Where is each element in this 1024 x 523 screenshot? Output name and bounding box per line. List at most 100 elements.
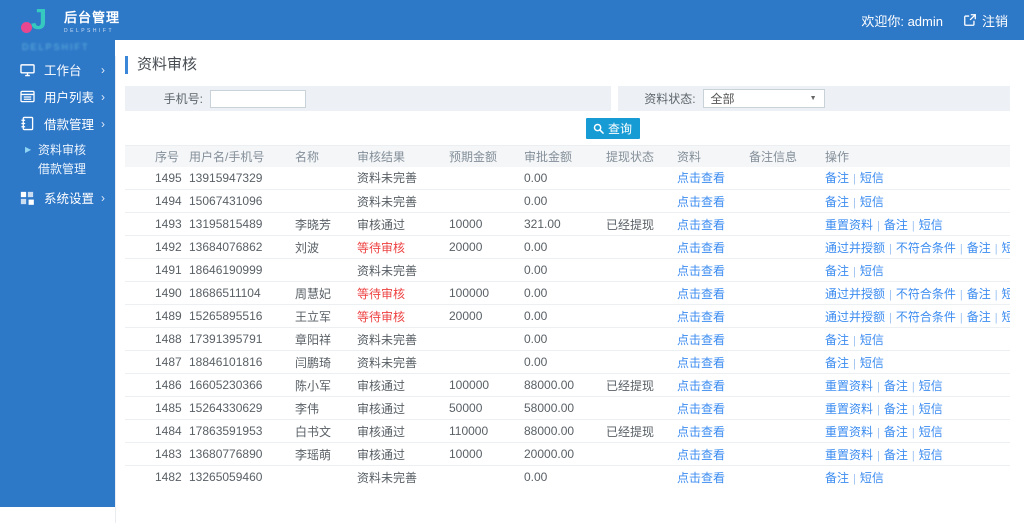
sidebar-item-system-settings[interactable]: 系统设置 ›: [0, 184, 115, 211]
cell-data: 点击查看: [673, 258, 745, 282]
cell-seq: 1493: [125, 212, 185, 236]
action-link-remark[interactable]: 备注: [825, 333, 849, 347]
action-link-remark[interactable]: 备注: [967, 241, 991, 255]
action-separator: |: [994, 311, 998, 324]
search-button[interactable]: 查询: [585, 117, 640, 139]
action-link-sms[interactable]: 短信: [860, 471, 884, 485]
action-link-approve-grant[interactable]: 通过并授额: [825, 241, 885, 255]
action-link-sms[interactable]: 短信: [1002, 287, 1010, 301]
action-link-remark[interactable]: 备注: [825, 471, 849, 485]
action-link-reset-data[interactable]: 重置资料: [825, 448, 873, 462]
cell-operation: 备注 | 短信: [821, 167, 1010, 190]
action-link-remark[interactable]: 备注: [967, 310, 991, 324]
action-link-remark[interactable]: 备注: [825, 264, 849, 278]
action-link-sms[interactable]: 短信: [919, 218, 943, 232]
view-data-link[interactable]: 点击查看: [677, 333, 725, 347]
action-link-reset-data[interactable]: 重置资料: [825, 379, 873, 393]
sidebar-item-workbench[interactable]: 工作台 ›: [0, 56, 115, 83]
action-separator: |: [853, 357, 856, 370]
action-link-sms[interactable]: 短信: [1002, 241, 1010, 255]
cell-seq: 1482: [125, 465, 185, 489]
table-row: 1482 13265059460 资料未完善 0.00 点击查看 备注 | 短信: [125, 465, 1010, 489]
action-link-sms[interactable]: 短信: [860, 356, 884, 370]
sidebar-item-user-list[interactable]: 用户列表 ›: [0, 83, 115, 110]
view-data-link[interactable]: 点击查看: [677, 287, 725, 301]
action-separator: |: [994, 288, 998, 301]
view-data-link[interactable]: 点击查看: [677, 218, 725, 232]
view-data-link[interactable]: 点击查看: [677, 241, 725, 255]
chevron-right-icon: ›: [101, 116, 105, 131]
action-link-remark[interactable]: 备注: [884, 425, 908, 439]
action-link-remark[interactable]: 备注: [825, 171, 849, 185]
cell-data: 点击查看: [673, 281, 745, 305]
view-data-link[interactable]: 点击查看: [677, 171, 725, 185]
cell-withdraw-status: [602, 304, 673, 328]
chevron-right-icon: ›: [101, 62, 105, 77]
action-link-remark[interactable]: 备注: [825, 195, 849, 209]
action-link-reset-data[interactable]: 重置资料: [825, 402, 873, 416]
view-data-link[interactable]: 点击查看: [677, 402, 725, 416]
action-link-not-qualified[interactable]: 不符合条件: [896, 241, 956, 255]
view-data-link[interactable]: 点击查看: [677, 425, 725, 439]
cell-name: 章阳祥: [291, 327, 353, 351]
cell-username-phone: 18686511104: [185, 281, 291, 305]
action-link-sms[interactable]: 短信: [860, 195, 884, 209]
action-link-sms[interactable]: 短信: [860, 171, 884, 185]
status-filter-group: 资料状态: 全部 ▼: [617, 86, 1010, 111]
action-link-sms[interactable]: 短信: [919, 379, 943, 393]
cell-remark-info: [745, 258, 821, 282]
view-data-link[interactable]: 点击查看: [677, 264, 725, 278]
sidebar-item-loan-management[interactable]: 借款管理 ›: [0, 110, 115, 137]
view-data-link[interactable]: 点击查看: [677, 379, 725, 393]
cell-operation: 重置资料 | 备注 | 短信: [821, 373, 1010, 397]
view-data-link[interactable]: 点击查看: [677, 356, 725, 370]
action-link-remark[interactable]: 备注: [884, 448, 908, 462]
logout-button[interactable]: 注销: [963, 11, 1008, 30]
action-link-remark[interactable]: 备注: [967, 287, 991, 301]
action-link-remark[interactable]: 备注: [825, 356, 849, 370]
view-data-link[interactable]: 点击查看: [677, 195, 725, 209]
table-row: 1489 15265895516 王立军 等待审核 20000 0.00 点击查看 通过并授额…: [125, 304, 1010, 328]
cell-name: 李伟: [291, 396, 353, 420]
phone-input[interactable]: [210, 89, 306, 108]
action-link-remark[interactable]: 备注: [884, 402, 908, 416]
action-link-sms[interactable]: 短信: [919, 448, 943, 462]
cell-approved-amount: 88000.00: [520, 373, 602, 397]
status-label: 资料状态:: [644, 92, 696, 106]
status-select[interactable]: 全部 ▼: [702, 89, 825, 108]
action-link-sms[interactable]: 短信: [919, 402, 943, 416]
action-separator: |: [877, 426, 880, 439]
action-separator: |: [877, 219, 880, 232]
action-link-approve-grant[interactable]: 通过并授额: [825, 287, 885, 301]
action-link-not-qualified[interactable]: 不符合条件: [896, 287, 956, 301]
view-data-link[interactable]: 点击查看: [677, 448, 725, 462]
sidebar-subitem-loan-manage[interactable]: 借款管理: [0, 159, 115, 178]
action-link-sms[interactable]: 短信: [919, 425, 943, 439]
action-link-remark[interactable]: 备注: [884, 218, 908, 232]
action-link-reset-data[interactable]: 重置资料: [825, 218, 873, 232]
cell-seq: 1494: [125, 189, 185, 213]
sidebar-subitem-data-review[interactable]: ▶ 资料审核: [0, 140, 115, 159]
action-link-sms[interactable]: 短信: [860, 264, 884, 278]
action-link-remark[interactable]: 备注: [884, 379, 908, 393]
cell-seq: 1485: [125, 396, 185, 420]
view-data-link[interactable]: 点击查看: [677, 471, 725, 485]
cell-seq: 1490: [125, 281, 185, 305]
table-row: 1490 18686511104 周慧妃 等待审核 100000 0.00 点击查看 通过并授…: [125, 281, 1010, 305]
cell-withdraw-status: [602, 465, 673, 489]
cell-name: [291, 258, 353, 282]
action-link-approve-grant[interactable]: 通过并授额: [825, 310, 885, 324]
action-separator: |: [853, 334, 856, 347]
col-header-seq: 序号: [125, 145, 185, 167]
chevron-right-icon: ›: [101, 89, 105, 104]
action-link-sms[interactable]: 短信: [1002, 310, 1010, 324]
view-data-link[interactable]: 点击查看: [677, 310, 725, 324]
phone-label: 手机号:: [163, 92, 203, 106]
cell-data: 点击查看: [673, 350, 745, 374]
action-separator: |: [877, 380, 880, 393]
action-link-reset-data[interactable]: 重置资料: [825, 425, 873, 439]
action-link-not-qualified[interactable]: 不符合条件: [896, 310, 956, 324]
list-icon: [19, 89, 35, 105]
action-link-sms[interactable]: 短信: [860, 333, 884, 347]
search-button-label: 查询: [607, 121, 632, 136]
